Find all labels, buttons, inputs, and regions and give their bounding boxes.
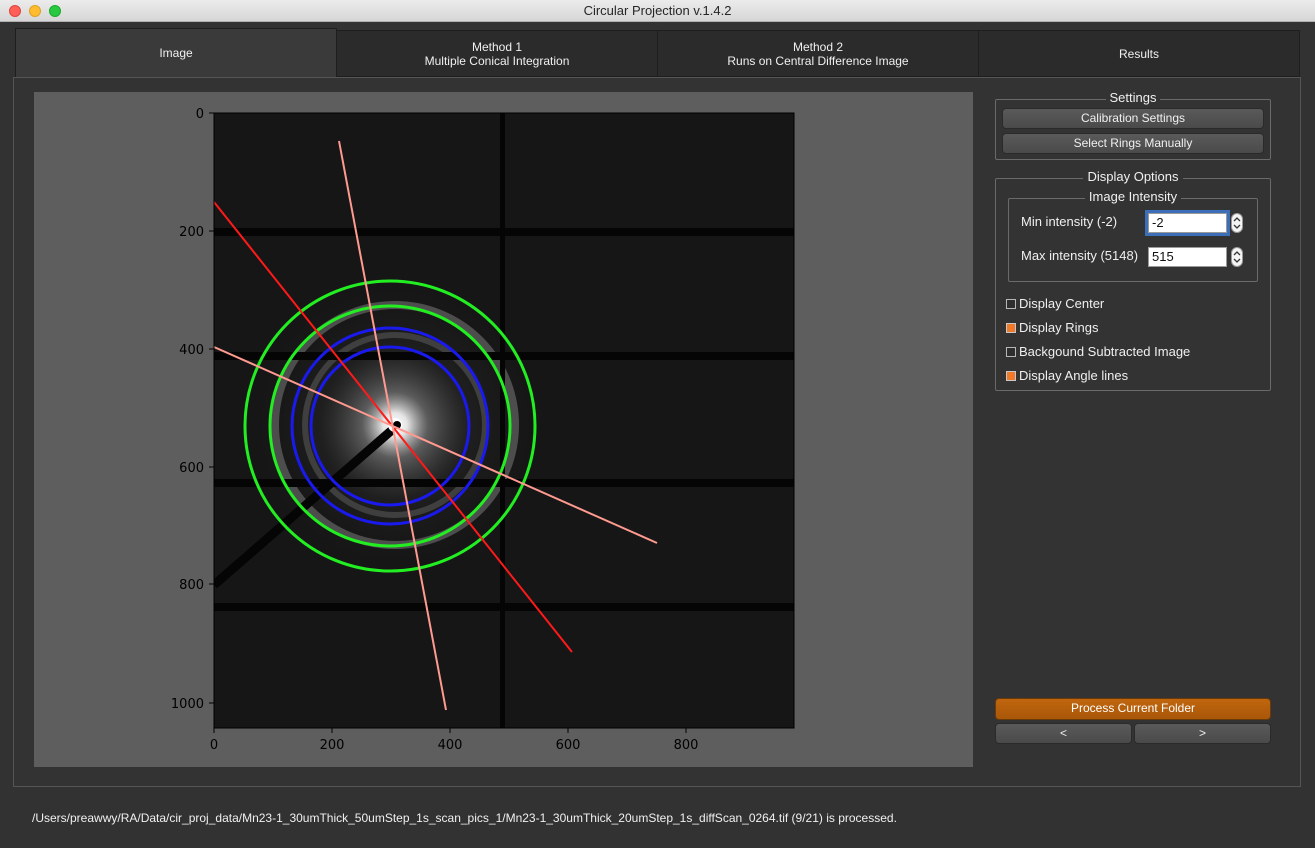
window-title: Circular Projection v.1.4.2 — [583, 3, 732, 18]
max-intensity-stepper[interactable] — [1231, 247, 1243, 267]
checkbox-box[interactable] — [1006, 323, 1016, 333]
tab-sublabel: Multiple Conical Integration — [424, 53, 570, 68]
y-tick-label: 200 — [179, 225, 204, 240]
image-intensity-group — [1008, 198, 1258, 282]
diffraction-plot-svg: 0 200 400 600 800 0 200 400 600 800 1000 — [171, 107, 795, 753]
min-intensity-input[interactable]: -2 — [1145, 210, 1230, 236]
detector-gap-v — [500, 113, 505, 728]
y-tick-label: 600 — [179, 461, 204, 476]
x-tick-label: 800 — [674, 738, 699, 753]
x-tick-label: 0 — [210, 738, 218, 753]
checkbox-label: Display Angle lines — [1019, 368, 1129, 383]
calibration-settings-button[interactable]: Calibration Settings — [1002, 108, 1264, 129]
status-message: /Users/preawwy/RA/Data/cir_proj_data/Mn2… — [32, 811, 897, 825]
checkbox-box[interactable] — [1006, 347, 1016, 357]
image-plot[interactable]: 0 200 400 600 800 0 200 400 600 800 1000 — [34, 92, 973, 767]
next-button[interactable]: > — [1134, 723, 1271, 744]
max-intensity-input[interactable]: 515 — [1148, 247, 1227, 267]
tab-bar: Image Method 1 Multiple Conical Integrat… — [15, 28, 1300, 77]
checkbox-box[interactable] — [1006, 299, 1016, 309]
display-options-title: Display Options — [995, 169, 1271, 184]
tab-method-1[interactable]: Method 1 Multiple Conical Integration — [336, 30, 658, 77]
tab-label: Image — [159, 46, 193, 60]
checkbox-label: Display Rings — [1019, 320, 1099, 335]
checkbox-box[interactable] — [1006, 371, 1016, 381]
x-axis: 0 200 400 600 800 — [210, 728, 699, 753]
checkbox-label: Backgound Subtracted Image — [1019, 344, 1191, 359]
tab-results[interactable]: Results — [978, 30, 1300, 77]
checkbox-label: Display Center — [1019, 296, 1105, 311]
settings-title: Settings — [995, 90, 1271, 105]
tab-label: Results — [1118, 46, 1159, 61]
min-intensity-stepper[interactable] — [1231, 213, 1243, 233]
previous-button[interactable]: < — [995, 723, 1132, 744]
select-rings-manually-button[interactable]: Select Rings Manually — [1002, 133, 1264, 154]
x-tick-label: 400 — [438, 738, 463, 753]
stepper-arrows-icon — [1233, 217, 1241, 229]
min-intensity-label: Min intensity (-2) — [1021, 214, 1118, 229]
y-tick-label: 800 — [179, 578, 204, 593]
y-tick-label: 1000 — [171, 697, 204, 712]
max-intensity-label: Max intensity (5148) — [1021, 248, 1139, 263]
x-tick-label: 600 — [556, 738, 581, 753]
image-intensity-title: Image Intensity — [1008, 189, 1258, 204]
tab-label: Method 2 — [792, 39, 844, 54]
y-axis: 0 200 400 600 800 1000 — [171, 107, 214, 712]
tab-image[interactable]: Image — [15, 28, 337, 77]
window-titlebar: Circular Projection v.1.4.2 — [0, 0, 1315, 22]
tab-sublabel: Runs on Central Difference Image — [727, 53, 909, 68]
stepper-arrows-icon — [1233, 251, 1241, 263]
tab-method-2[interactable]: Method 2 Runs on Central Difference Imag… — [657, 30, 979, 77]
x-tick-label: 200 — [320, 738, 345, 753]
tab-label: Method 1 — [471, 39, 523, 54]
y-tick-label: 400 — [179, 343, 204, 358]
y-tick-label: 0 — [196, 107, 204, 122]
process-current-folder-button[interactable]: Process Current Folder — [995, 698, 1271, 720]
